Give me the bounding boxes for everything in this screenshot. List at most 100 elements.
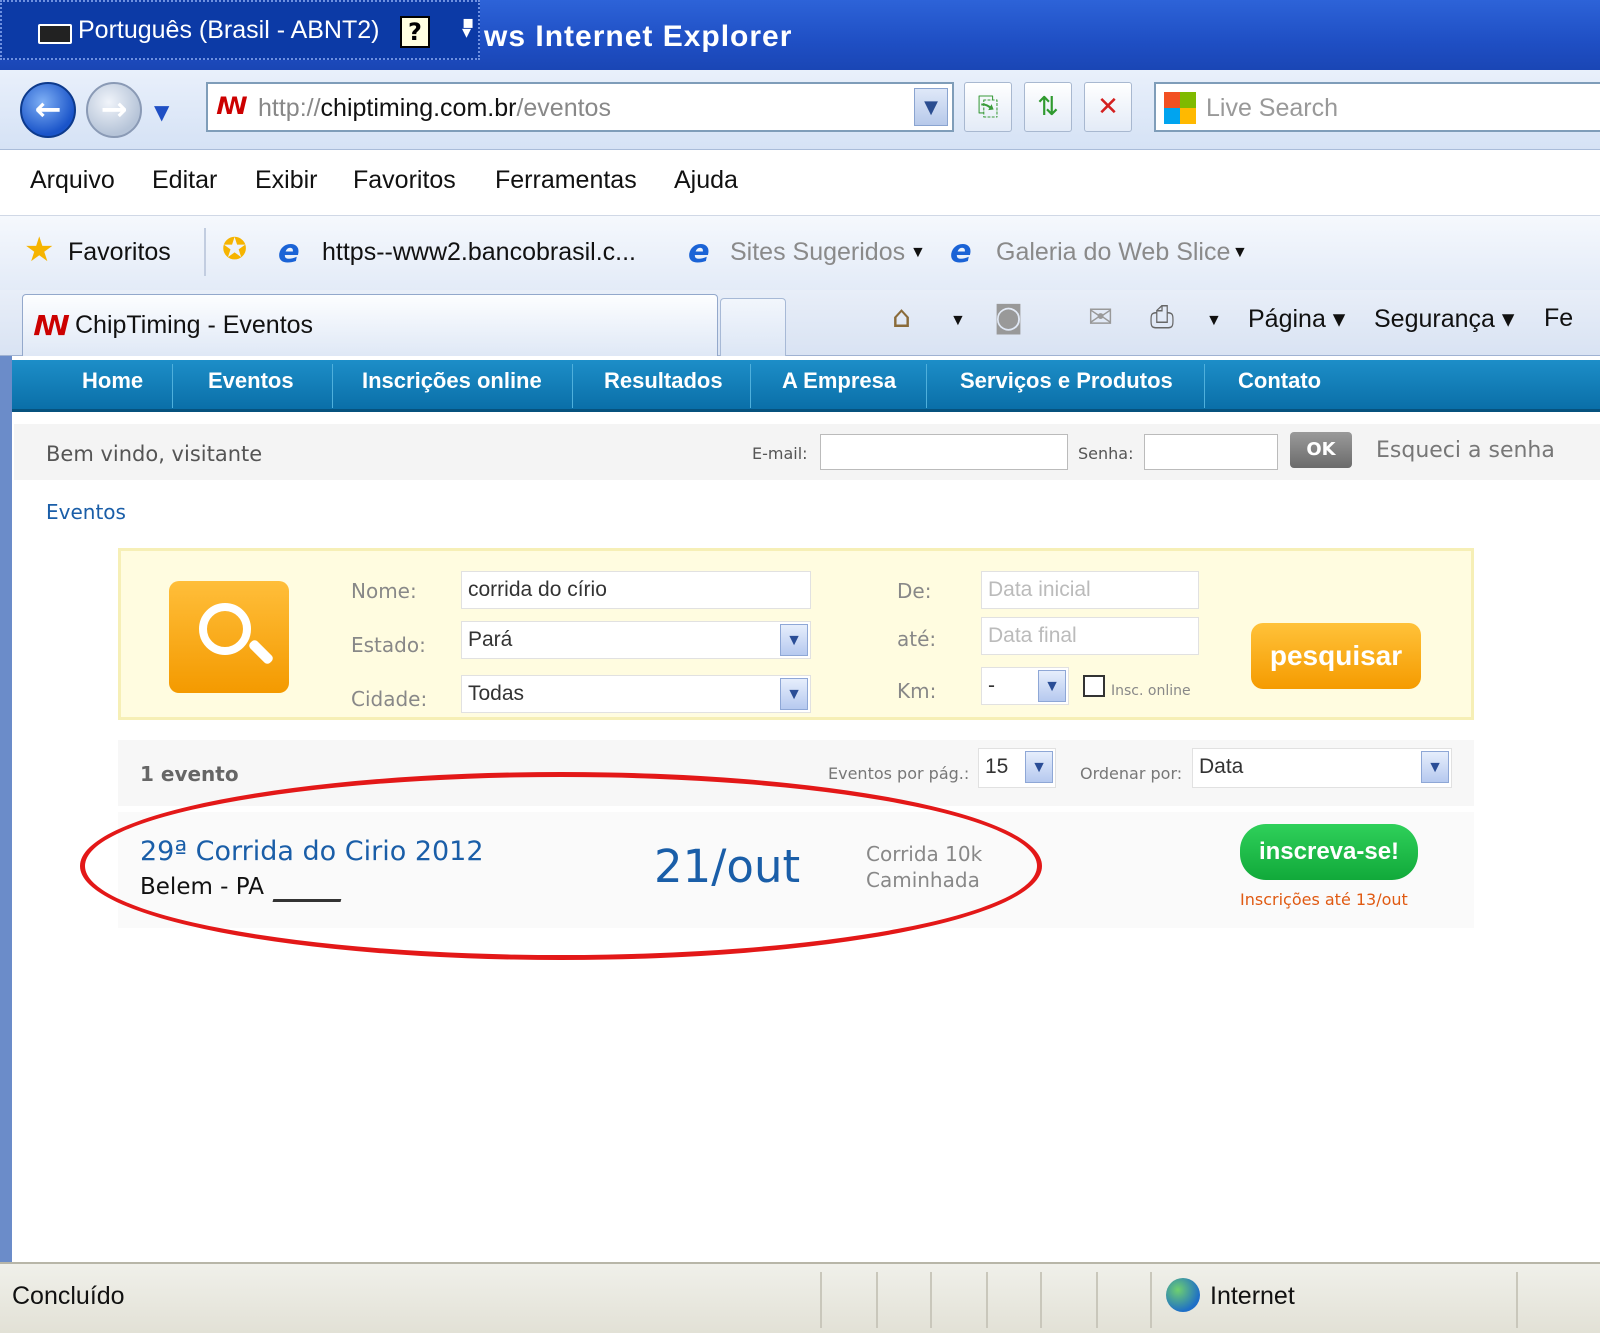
nav-servicos-produtos[interactable]: Serviços e Produtos	[960, 368, 1173, 394]
nav-contato[interactable]: Contato	[1238, 368, 1321, 394]
nav-inscricoes-online[interactable]: Inscrições online	[362, 368, 542, 394]
window-titlebar: Português (Brasil - ABNT2) ? ▪ ▾ ws Inter…	[0, 0, 1600, 70]
nav-divider	[572, 364, 573, 408]
ie-page-icon: e	[688, 232, 710, 270]
menu-editar[interactable]: Editar	[152, 166, 217, 195]
stop-button[interactable]: ✕	[1084, 82, 1132, 132]
end-date-field[interactable]: Data final	[981, 617, 1199, 655]
back-button[interactable]: ←	[20, 82, 76, 138]
favorite-sites-sugeridos[interactable]: Sites Sugeridos	[730, 238, 905, 267]
chevron-down-icon[interactable]: ▼	[1206, 312, 1222, 330]
nav-divider	[332, 364, 333, 408]
url-text[interactable]: http://chiptiming.com.br/eventos	[258, 94, 611, 123]
search-icon	[169, 581, 289, 693]
results-count: 1 evento	[140, 762, 239, 786]
help-icon[interactable]: ?	[400, 16, 430, 48]
city-select[interactable]: Todas ▼	[461, 675, 811, 713]
password-field[interactable]	[1144, 434, 1278, 470]
chevron-down-icon[interactable]: ▼	[1025, 751, 1053, 783]
favorites-bar: ★ Favoritos ✪ e https--www2.bancobrasil.…	[0, 216, 1600, 290]
chevron-down-icon[interactable]: ▼	[1421, 751, 1449, 783]
state-select[interactable]: Pará ▼	[461, 621, 811, 659]
to-label: até:	[897, 627, 937, 651]
security-menu[interactable]: Segurança ▾	[1374, 304, 1514, 334]
chevron-down-icon[interactable]: ▼	[780, 624, 808, 656]
city-value: Todas	[468, 682, 525, 705]
internet-zone-icon	[1166, 1278, 1200, 1312]
status-bar: Concluído Internet	[0, 1262, 1600, 1333]
mail-icon[interactable]: ✉	[1088, 300, 1113, 335]
highlight-annotation	[80, 772, 1042, 960]
add-favorite-icon[interactable]: ✪	[222, 232, 247, 267]
refresh-button[interactable]: ⇅	[1024, 82, 1072, 132]
name-field[interactable]: corrida do círio	[461, 571, 811, 609]
favorites-button[interactable]: Favoritos	[68, 238, 171, 267]
chevron-down-icon[interactable]: ▼	[780, 678, 808, 710]
forward-button[interactable]: →	[86, 82, 142, 138]
print-icon[interactable]: ⎙	[1150, 300, 1174, 335]
state-value: Pará	[468, 628, 513, 651]
status-divider	[930, 1272, 932, 1328]
per-page-label: Eventos por pág.:	[828, 764, 970, 783]
from-label: De:	[897, 579, 932, 603]
nav-home[interactable]: Home	[82, 368, 143, 394]
chevron-down-icon[interactable]: ▼	[1038, 670, 1066, 702]
security-zone[interactable]: Internet	[1210, 1282, 1295, 1311]
home-icon[interactable]: ⌂	[892, 300, 911, 335]
nav-a-empresa[interactable]: A Empresa	[782, 368, 896, 394]
feeds-icon[interactable]: ◙	[994, 300, 1023, 335]
chevron-down-icon[interactable]: ▼	[1232, 244, 1248, 262]
page-menu[interactable]: Página ▾	[1248, 304, 1345, 334]
menu-favoritos[interactable]: Favoritos	[353, 166, 456, 195]
login-bar: Bem vindo, visitante E-mail: Senha: OK E…	[14, 424, 1600, 480]
forgot-password-link[interactable]: Esqueci a senha	[1376, 438, 1555, 463]
search-field[interactable]: Live Search	[1154, 82, 1600, 132]
menu-ajuda[interactable]: Ajuda	[674, 166, 738, 195]
km-select[interactable]: - ▼	[981, 667, 1069, 705]
menu-exibir[interactable]: Exibir	[255, 166, 318, 195]
order-select[interactable]: Data ▼	[1192, 748, 1452, 788]
km-value: -	[988, 674, 995, 697]
nav-divider	[926, 364, 927, 408]
menu-arquivo[interactable]: Arquivo	[30, 166, 115, 195]
search-button[interactable]: pesquisar	[1251, 623, 1421, 689]
window-title: ws Internet Explorer	[484, 20, 793, 53]
search-icon-handle	[247, 638, 275, 666]
event-search-panel: Nome: corrida do círio Estado: Pará ▼ Ci…	[118, 548, 1474, 720]
address-dropdown-button[interactable]: ▼	[914, 88, 948, 126]
nav-resultados[interactable]: Resultados	[604, 368, 723, 394]
new-tab-button[interactable]	[720, 298, 786, 356]
menu-ferramentas[interactable]: Ferramentas	[495, 166, 637, 195]
tab-chiptiming-eventos[interactable]: ꟿ ChipTiming - Eventos	[22, 294, 718, 356]
nav-eventos[interactable]: Eventos	[208, 368, 294, 394]
chevron-down-icon[interactable]: ▼	[910, 244, 926, 262]
welcome-text: Bem vindo, visitante	[46, 442, 263, 466]
signup-button[interactable]: inscreva-se!	[1240, 824, 1418, 880]
favorite-bancobrasil[interactable]: https--www2.bancobrasil.c...	[322, 238, 636, 267]
grip-icon[interactable]: ▪ ▾	[462, 14, 474, 42]
online-signup-checkbox[interactable]	[1083, 675, 1105, 697]
recent-pages-dropdown-icon[interactable]: ▼	[154, 100, 169, 124]
order-label: Ordenar por:	[1080, 764, 1183, 783]
order-value: Data	[1199, 755, 1244, 778]
tools-menu[interactable]: Fe	[1544, 304, 1573, 333]
site-favicon-icon: ꟿ	[216, 92, 248, 120]
start-date-field[interactable]: Data inicial	[981, 571, 1199, 609]
chevron-down-icon[interactable]: ▼	[950, 312, 966, 330]
login-ok-button[interactable]: OK	[1290, 432, 1352, 468]
compatibility-view-button[interactable]: ⎘	[964, 82, 1012, 132]
breadcrumb[interactable]: Eventos	[46, 500, 126, 524]
email-field[interactable]	[820, 434, 1068, 470]
search-icon-lens	[199, 603, 251, 655]
favorites-divider	[204, 228, 206, 276]
menu-bar: Arquivo Editar Exibir Favoritos Ferramen…	[0, 150, 1600, 216]
status-divider	[1096, 1272, 1098, 1328]
address-field[interactable]: ꟿ http://chiptiming.com.br/eventos ▼	[206, 82, 954, 132]
per-page-value: 15	[985, 755, 1009, 778]
language-bar[interactable]: Português (Brasil - ABNT2) ? ▪ ▾	[0, 0, 480, 60]
address-toolbar: ← → ▼ ꟿ http://chiptiming.com.br/eventos…	[0, 70, 1600, 150]
status-divider	[1516, 1272, 1518, 1328]
nav-divider	[750, 364, 751, 408]
favorite-web-slice[interactable]: Galeria do Web Slice	[996, 238, 1230, 267]
per-page-select[interactable]: 15 ▼	[978, 748, 1056, 788]
